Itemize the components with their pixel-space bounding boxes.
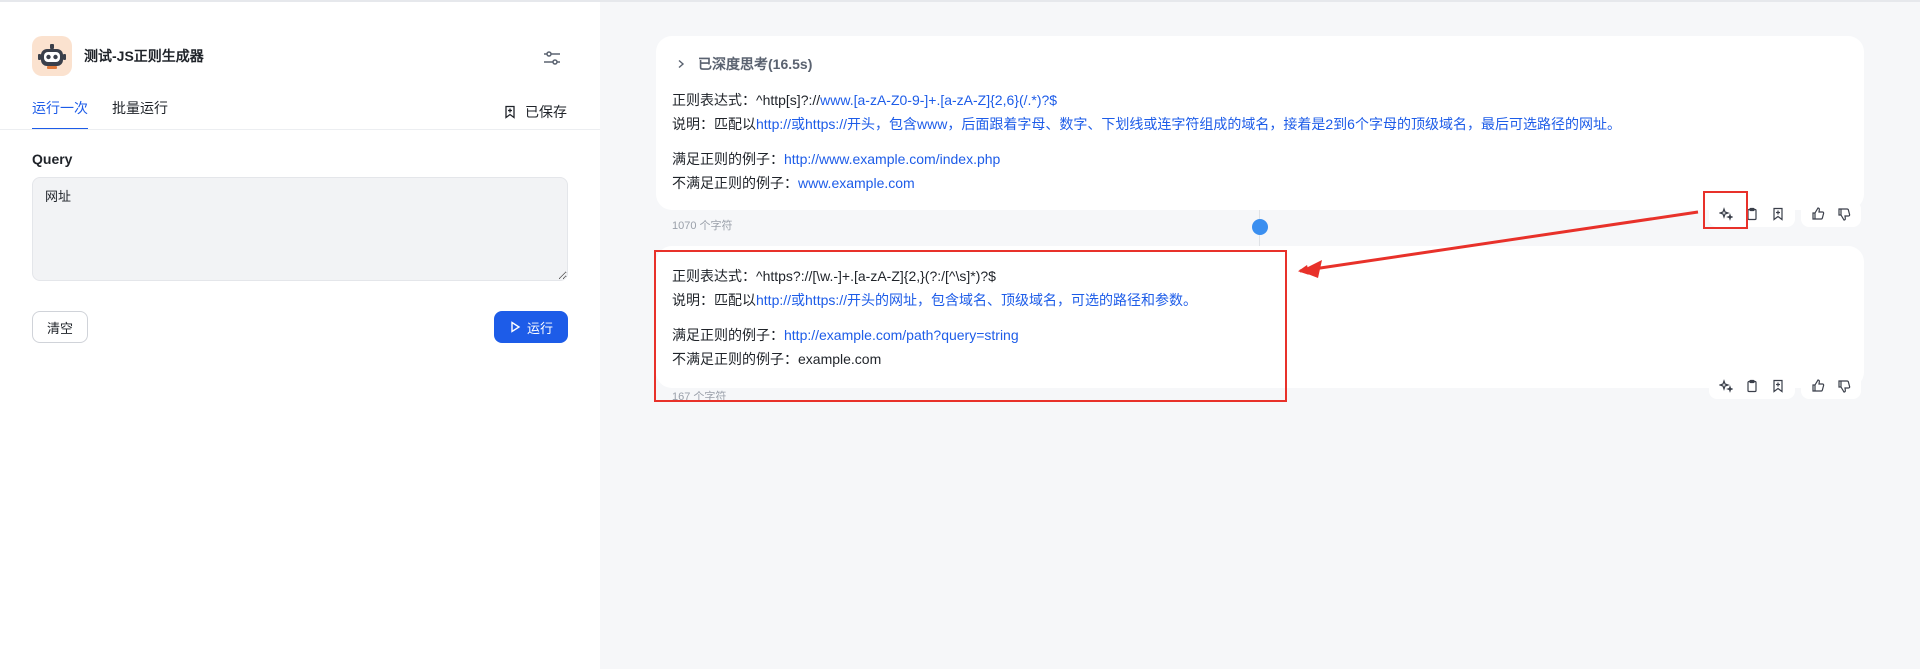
bookmark-icon[interactable]: [1765, 373, 1791, 399]
regex-text: 正则表达式：^http[s]?://: [672, 92, 821, 108]
description-prefix: 说明：匹配以: [672, 292, 756, 308]
clipboard-icon[interactable]: [1739, 201, 1765, 227]
feedback-group: [1801, 373, 1861, 399]
results-panel: 已深度思考(16.5s) 正则表达式：^http[s]?://www.[a-zA…: [600, 2, 1920, 669]
thumbs-down-icon[interactable]: [1831, 373, 1857, 399]
match-example-link[interactable]: http://example.com/path?query=string: [784, 327, 1019, 343]
regex-line: 正则表达式：^https?://[\w.-]+.[a-zA-Z]{2,}(?:/…: [672, 266, 996, 286]
regex-line: 正则表达式：^http[s]?://www.[a-zA-Z0-9-]+.[a-z…: [672, 90, 1057, 110]
nomatch-example-label: 不满足正则的例子：: [672, 175, 798, 191]
nomatch-example-line: 不满足正则的例子：example.com: [672, 349, 881, 369]
result-actions: [1703, 373, 1861, 399]
char-count: 167 个字符: [672, 391, 727, 403]
description-link[interactable]: http://或https://开头的网址，包含域名、顶级域名，可选的路径和参数…: [756, 292, 1197, 308]
match-example-link[interactable]: http://www.example.com/index.php: [784, 151, 1000, 167]
description-link[interactable]: http://或https://开头，包含www，后面跟着字母、数字、下划线或连…: [756, 116, 1621, 132]
result-card: 正则表达式：^https?://[\w.-]+.[a-zA-Z]{2,}(?:/…: [656, 246, 1864, 388]
chevron-right-icon: [678, 59, 685, 69]
bookmark-icon: [505, 105, 515, 119]
thumbs-up-icon[interactable]: [1805, 201, 1831, 227]
query-label: Query: [32, 151, 73, 167]
match-example-label: 满足正则的例子：: [672, 151, 784, 167]
feedback-group: [1801, 201, 1861, 227]
thinking-label: 已深度思考(16.5s): [698, 56, 813, 72]
regex-text: 正则表达式：^https?://[\w.-]+.[a-zA-Z]{2,}(?:/…: [672, 268, 996, 284]
app-header: 测试-JS正则生成器: [32, 36, 204, 76]
regex-link[interactable]: www.[a-zA-Z0-9-]+.[a-zA-Z]{2,6}(/.*)?$: [820, 92, 1057, 108]
match-example-line: 满足正则的例子：http://example.com/path?query=st…: [672, 325, 1019, 345]
tab-batch-run[interactable]: 批量运行: [112, 98, 168, 130]
bookmark-icon[interactable]: [1765, 201, 1791, 227]
run-button-label: 运行: [526, 320, 553, 336]
nomatch-example-line: 不满足正则的例子：www.example.com: [672, 173, 915, 193]
thumbs-up-icon[interactable]: [1805, 373, 1831, 399]
match-example-label: 满足正则的例子：: [672, 327, 784, 343]
sparkle-icon[interactable]: [1713, 201, 1739, 227]
query-input[interactable]: 网址: [32, 177, 568, 281]
description-line: 说明：匹配以http://或https://开头，包含www，后面跟着字母、数字…: [672, 114, 1621, 134]
robot-avatar-icon: [32, 36, 72, 76]
left-panel: 测试-JS正则生成器 运行一次 批量运行 已保存 Query 网址 清空 运行: [0, 2, 600, 669]
description-prefix: 说明：匹配以: [672, 116, 756, 132]
sparkle-icon[interactable]: [1713, 373, 1739, 399]
saved-status[interactable]: 已保存: [503, 102, 567, 122]
nomatch-example-link[interactable]: www.example.com: [798, 175, 915, 191]
tab-run-once[interactable]: 运行一次: [32, 98, 88, 130]
match-example-line: 满足正则的例子：http://www.example.com/index.php: [672, 149, 1000, 169]
merge-icon[interactable]: [1252, 219, 1268, 235]
sliders-icon[interactable]: [540, 46, 564, 70]
action-group: [1709, 201, 1795, 227]
divider: [0, 129, 600, 130]
clear-button[interactable]: 清空: [32, 311, 88, 343]
action-group: [1709, 373, 1795, 399]
saved-label: 已保存: [525, 104, 567, 120]
result-card: 已深度思考(16.5s) 正则表达式：^http[s]?://www.[a-zA…: [656, 36, 1864, 210]
thinking-toggle[interactable]: 已深度思考(16.5s): [676, 54, 812, 74]
description-line: 说明：匹配以http://或https://开头的网址，包含域名、顶级域名，可选…: [672, 290, 1197, 310]
clipboard-icon[interactable]: [1739, 373, 1765, 399]
app-title: 测试-JS正则生成器: [84, 48, 204, 64]
result-actions: [1703, 201, 1861, 227]
play-icon: [511, 321, 521, 333]
run-button[interactable]: 运行: [494, 311, 568, 343]
thumbs-down-icon[interactable]: [1831, 201, 1857, 227]
nomatch-example-label: 不满足正则的例子：: [672, 351, 798, 367]
char-count: 1070 个字符: [672, 220, 733, 232]
nomatch-example-value: example.com: [798, 351, 882, 367]
run-mode-tabs: 运行一次 批量运行: [32, 98, 192, 130]
